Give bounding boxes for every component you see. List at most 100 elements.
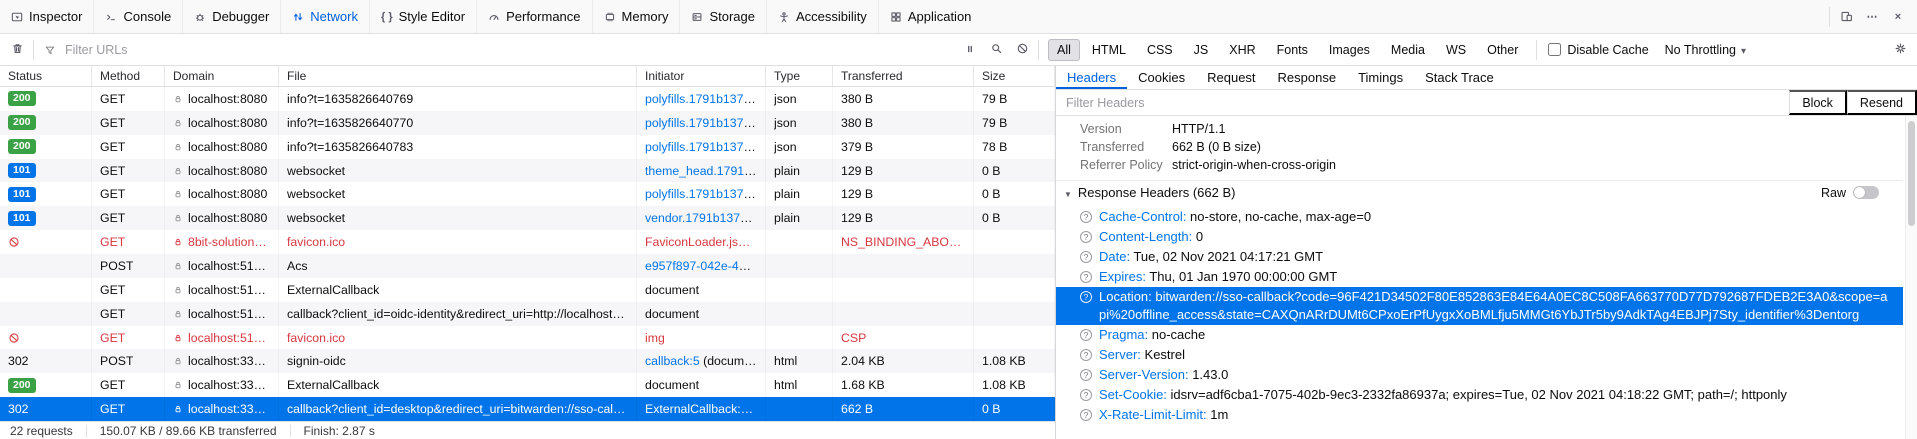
request-row[interactable]: 200GETlocalhost:8080info?t=1635826640770… xyxy=(0,111,1055,135)
request-row[interactable]: GETlocalhost:51822ExternalCallbackdocume… xyxy=(0,278,1055,302)
network-settings-button[interactable] xyxy=(1887,37,1913,63)
initiator-link[interactable]: vendor.1791b137de281b787… xyxy=(645,211,757,225)
detail-tab-stack-trace[interactable]: Stack Trace xyxy=(1414,66,1505,89)
responsive-design-mode-button[interactable] xyxy=(1833,4,1859,30)
detail-tab-request[interactable]: Request xyxy=(1196,66,1266,89)
initiator-link[interactable]: ExternalCallback:5 xyxy=(645,402,753,416)
tab-debugger[interactable]: Debugger xyxy=(182,0,280,33)
help-icon[interactable]: ? xyxy=(1080,349,1092,361)
block-url-button[interactable]: Block xyxy=(1789,90,1847,115)
response-header-row[interactable]: ?Content-Length: 0 xyxy=(1056,227,1903,247)
help-icon[interactable]: ? xyxy=(1080,409,1092,421)
tab-accessibility[interactable]: Accessibility xyxy=(766,0,878,33)
status-badge: 200 xyxy=(8,139,36,154)
column-header-status[interactable]: Status xyxy=(0,66,92,86)
request-row[interactable]: 302POSTlocalhost:33656signin-oidccallbac… xyxy=(0,349,1055,373)
request-row[interactable]: POSTlocalhost:51822Acse957f897-042e-4ba1… xyxy=(0,254,1055,278)
resend-button[interactable]: Resend xyxy=(1847,90,1917,115)
tab-storage[interactable]: Storage xyxy=(679,0,766,33)
request-row[interactable]: GETlocalhost:51822favicon.icoimgCSP xyxy=(0,326,1055,350)
menu-button[interactable]: ⋯ xyxy=(1859,4,1885,30)
tab-memory[interactable]: Memory xyxy=(592,0,680,33)
help-icon[interactable]: ? xyxy=(1080,389,1092,401)
initiator-link[interactable]: theme_head.1791b137de281… xyxy=(645,164,757,178)
response-header-row[interactable]: ?Pragma: no-cache xyxy=(1056,325,1903,345)
detail-tab-headers[interactable]: Headers xyxy=(1056,66,1127,89)
response-header-row[interactable]: ?Cache-Control: no-store, no-cache, max-… xyxy=(1056,207,1903,227)
column-header-transferred[interactable]: Transferred xyxy=(833,66,974,86)
response-header-row[interactable]: ?X-Rate-Limit-Limit: 1m xyxy=(1056,405,1903,425)
scrollbar[interactable] xyxy=(1905,116,1917,439)
tab-application[interactable]: Application xyxy=(878,0,983,33)
throttling-dropdown[interactable]: No Throttling xyxy=(1657,43,1754,57)
tab-network[interactable]: Network xyxy=(280,0,369,33)
tab-console[interactable]: Console xyxy=(93,0,182,33)
request-row[interactable]: 101GETlocalhost:8080websocketvendor.1791… xyxy=(0,206,1055,230)
filter-pill-js[interactable]: JS xyxy=(1185,39,1218,61)
initiator-link[interactable]: polyfills.1791b137de281b787… xyxy=(645,92,757,106)
request-row[interactable]: 302GETlocalhost:33656callback?client_id=… xyxy=(0,397,1055,421)
tab-style-editor[interactable]: { }Style Editor xyxy=(369,0,476,33)
column-header-file[interactable]: File xyxy=(279,66,637,86)
cell-initiator: polyfills.1791b137de281b787… xyxy=(637,182,766,206)
column-header-domain[interactable]: Domain xyxy=(165,66,279,86)
block-requests-button[interactable] xyxy=(1009,37,1035,63)
column-header-size[interactable]: Size xyxy=(974,66,1055,86)
header-name: Server: xyxy=(1099,347,1141,362)
response-header-row[interactable]: ?Expires: Thu, 01 Jan 1970 00:00:00 GMT xyxy=(1056,267,1903,287)
request-row[interactable]: 101GETlocalhost:8080websockettheme_head.… xyxy=(0,159,1055,183)
initiator-link[interactable]: polyfills.1791b137de281b787… xyxy=(645,140,757,154)
column-header-initiator[interactable]: Initiator xyxy=(637,66,766,86)
filter-pill-css[interactable]: CSS xyxy=(1138,39,1182,61)
detail-tab-timings[interactable]: Timings xyxy=(1347,66,1414,89)
filter-pill-other[interactable]: Other xyxy=(1478,39,1527,61)
initiator-link[interactable]: polyfills.1791b137de281b787… xyxy=(645,187,757,201)
request-row[interactable]: 200GETlocalhost:8080info?t=1635826640783… xyxy=(0,135,1055,159)
help-icon[interactable]: ? xyxy=(1080,329,1092,341)
filter-pill-ws[interactable]: WS xyxy=(1437,39,1475,61)
cell-file: info?t=1635826640783 xyxy=(279,135,637,159)
search-button[interactable] xyxy=(983,37,1009,63)
request-row[interactable]: 200GETlocalhost:33656ExternalCallbackdoc… xyxy=(0,373,1055,397)
scrollbar-thumb[interactable] xyxy=(1908,121,1915,226)
column-header-type[interactable]: Type xyxy=(766,66,833,86)
response-header-row[interactable]: ?Server: Kestrel xyxy=(1056,345,1903,365)
help-icon[interactable]: ? xyxy=(1080,369,1092,381)
filter-headers-input[interactable] xyxy=(1056,90,1789,115)
request-row[interactable]: 101GETlocalhost:8080websocketpolyfills.1… xyxy=(0,182,1055,206)
detail-tab-response[interactable]: Response xyxy=(1267,66,1348,89)
request-row[interactable]: GET8bit-solutions-dev.onelogin…favicon.i… xyxy=(0,230,1055,254)
filter-pill-images[interactable]: Images xyxy=(1320,39,1379,61)
help-icon[interactable]: ? xyxy=(1080,291,1092,303)
filter-pill-all[interactable]: All xyxy=(1048,39,1080,61)
clear-requests-button[interactable] xyxy=(4,37,30,63)
request-row[interactable]: 200GETlocalhost:8080info?t=1635826640769… xyxy=(0,87,1055,111)
initiator-link[interactable]: e957f897-042e-4ba1-aff1-… xyxy=(645,259,757,273)
response-headers-section-header[interactable]: Response Headers (662 B) Raw xyxy=(1056,180,1903,204)
tab-inspector[interactable]: Inspector xyxy=(0,0,93,33)
raw-toggle[interactable] xyxy=(1853,186,1879,199)
close-button[interactable]: × xyxy=(1885,4,1911,30)
filter-pill-media[interactable]: Media xyxy=(1382,39,1434,61)
filter-pill-fonts[interactable]: Fonts xyxy=(1268,39,1317,61)
filter-urls-input[interactable] xyxy=(63,42,950,58)
initiator-link[interactable]: FaviconLoader.jsm:191 (img) xyxy=(645,235,757,249)
response-header-row[interactable]: ?Date: Tue, 02 Nov 2021 04:17:21 GMT xyxy=(1056,247,1903,267)
disable-cache-checkbox[interactable] xyxy=(1548,43,1561,56)
column-header-method[interactable]: Method xyxy=(92,66,165,86)
help-icon[interactable]: ? xyxy=(1080,251,1092,263)
response-header-row[interactable]: ?Server-Version: 1.43.0 xyxy=(1056,365,1903,385)
tab-performance[interactable]: Performance xyxy=(476,0,591,33)
help-icon[interactable]: ? xyxy=(1080,211,1092,223)
filter-pill-xhr[interactable]: XHR xyxy=(1220,39,1264,61)
response-header-row[interactable]: ?Set-Cookie: idsrv=adf6cba1-7075-402b-9e… xyxy=(1056,385,1903,405)
response-header-row[interactable]: ?Location: bitwarden://sso-callback?code… xyxy=(1056,287,1903,325)
detail-tab-cookies[interactable]: Cookies xyxy=(1127,66,1196,89)
filter-pill-html[interactable]: HTML xyxy=(1083,39,1135,61)
help-icon[interactable]: ? xyxy=(1080,231,1092,243)
initiator-link[interactable]: polyfills.1791b137de281b787… xyxy=(645,116,757,130)
request-row[interactable]: GETlocalhost:51822callback?client_id=oid… xyxy=(0,302,1055,326)
initiator-link[interactable]: callback:5 xyxy=(645,354,700,368)
help-icon[interactable]: ? xyxy=(1080,271,1092,283)
pause-recording-button[interactable] xyxy=(957,37,983,63)
